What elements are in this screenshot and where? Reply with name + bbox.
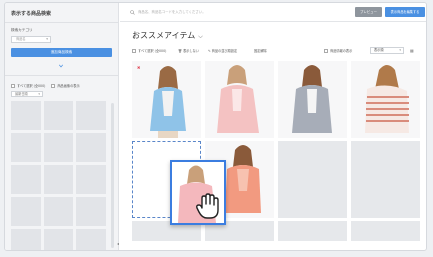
divider	[5, 22, 118, 23]
empty-slot[interactable]	[278, 221, 347, 241]
empty-slot[interactable]	[278, 141, 347, 218]
sort-order-label: 商品の並び順設定	[211, 49, 238, 53]
top-bar: 商品名、商品名コードを入力してください。 プレビュー 表示商品を編集する	[120, 3, 426, 22]
sort-order-button[interactable]: ✎ 商品の並び順設定	[208, 48, 237, 54]
page-title[interactable]: おススメアイテム ⌵	[132, 30, 203, 41]
checkbox-icon	[51, 84, 56, 88]
product-photo-blue-cardigan	[150, 66, 186, 138]
trash-icon: 🗑	[178, 49, 183, 53]
product-thumb-placeholder[interactable]	[43, 133, 74, 162]
sidebar-scrollbar[interactable]	[111, 103, 114, 248]
product-thumb-placeholder[interactable]	[11, 133, 41, 162]
sidebar-title: 表示する商品検索	[11, 11, 52, 17]
edit-icon: ✎	[208, 49, 211, 53]
checkbox-icon	[324, 49, 328, 53]
product-thumb-placeholder[interactable]	[11, 165, 41, 194]
search-button[interactable]: 追加商品検索	[11, 48, 112, 57]
product-slot[interactable]	[351, 61, 420, 138]
grid-view-icon[interactable]: ▦	[410, 48, 414, 53]
select-all-checkbox[interactable]: すべて選択 (全000)	[132, 48, 166, 54]
select-all-label: すべて選択 (全000)	[17, 84, 46, 88]
show-image-checkbox[interactable]: 商品画像の表示	[51, 83, 80, 88]
product-photo-pink-cardigan	[217, 65, 259, 133]
sidebar-filter-row: すべて選択 (全000) 商品画像の表示	[11, 83, 80, 88]
show-info-checkbox[interactable]: 商品情報の表示	[324, 48, 352, 54]
product-thumb-placeholder[interactable]	[11, 101, 41, 130]
unfix-label: 固定解除	[254, 49, 267, 53]
product-thumb-placeholder[interactable]	[11, 229, 41, 250]
collapse-arrow-icon[interactable]: ◂	[117, 241, 119, 246]
product-photo-striped-cardigan	[365, 65, 409, 133]
product-thumb-placeholder[interactable]	[43, 101, 74, 130]
product-photo-gray-cardigan	[292, 65, 332, 133]
hide-button[interactable]: 🗑 表示しない	[178, 48, 199, 54]
category-select[interactable]: 商品名	[11, 36, 51, 43]
product-thumb-placeholder[interactable]	[43, 229, 74, 250]
product-thumb-placeholder[interactable]	[76, 133, 106, 162]
hide-label: 表示しない	[183, 49, 199, 53]
unfix-button[interactable]: 固定解除	[254, 48, 267, 54]
checkbox-icon	[11, 84, 15, 88]
product-thumb-placeholder[interactable]	[76, 101, 106, 130]
display-order-select[interactable]: 表示順	[370, 47, 404, 54]
category-label: 検索カテゴリ	[11, 28, 33, 32]
product-search-sidebar: 表示する商品検索 検索カテゴリ 商品名 追加商品検索 すべて選択 (全000) …	[5, 3, 119, 250]
search-placeholder: 商品名、商品名コードを入力してください。	[138, 10, 206, 14]
sort-select[interactable]: 最新日順	[11, 91, 43, 97]
checkbox-icon	[132, 49, 136, 53]
product-thumb-placeholder[interactable]	[76, 229, 106, 250]
pin-icon: ✖	[137, 65, 141, 70]
chevron-down-icon[interactable]	[58, 63, 64, 69]
sidebar-product-grid	[11, 101, 106, 250]
edit-display-button[interactable]: 表示商品を編集する	[385, 7, 425, 17]
product-thumb-placeholder[interactable]	[76, 165, 106, 194]
chevron-down-icon: ⌵	[198, 33, 203, 40]
empty-slot[interactable]	[351, 221, 420, 241]
grid-toolbar: すべて選択 (全000) 🗑 表示しない ✎ 商品の並び順設定 固定解除 商品情…	[132, 47, 422, 56]
show-image-label: 商品画像の表示	[57, 84, 80, 88]
empty-slot[interactable]	[351, 141, 420, 218]
grab-hand-cursor-icon	[196, 193, 219, 219]
show-info-label: 商品情報の表示	[330, 49, 353, 53]
product-slot[interactable]: ✖	[132, 61, 201, 138]
search-input[interactable]: 商品名、商品名コードを入力してください。	[130, 8, 330, 16]
search-icon	[130, 9, 135, 15]
select-all-checkbox[interactable]: すべて選択 (全000)	[11, 83, 45, 88]
product-thumb-placeholder[interactable]	[76, 197, 106, 226]
product-thumb-placeholder[interactable]	[11, 197, 41, 226]
product-slot[interactable]	[278, 61, 347, 138]
product-thumb-placeholder[interactable]	[43, 197, 74, 226]
dragged-product-card[interactable]	[170, 160, 226, 225]
page-title-text: おススメアイテム	[132, 31, 196, 40]
product-thumb-placeholder[interactable]	[43, 165, 74, 194]
app-window: 表示する商品検索 検索カテゴリ 商品名 追加商品検索 すべて選択 (全000) …	[4, 2, 427, 251]
preview-button[interactable]: プレビュー	[355, 7, 382, 17]
select-all-label: すべて選択 (全000)	[138, 49, 167, 53]
divider	[5, 75, 118, 76]
product-slot[interactable]	[205, 61, 274, 138]
